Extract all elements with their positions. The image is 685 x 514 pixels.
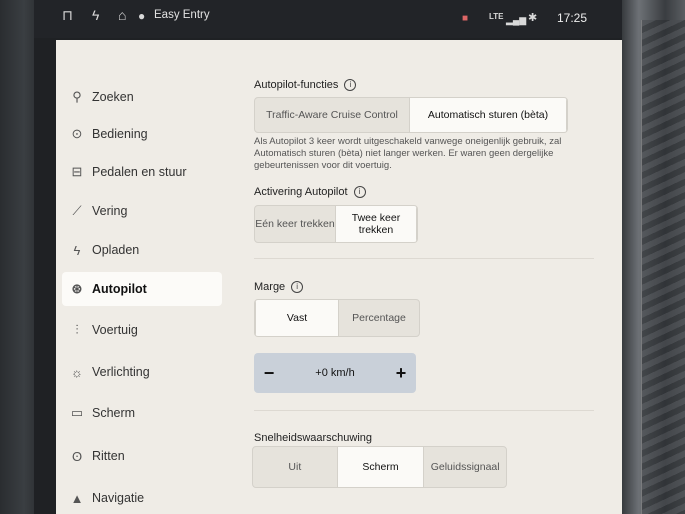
navigation-icon: ▲	[70, 490, 84, 506]
sidebar-item-label: Autopilot	[92, 282, 147, 296]
activation-heading: Activering Autopilot i	[254, 186, 366, 199]
clock: 17:25	[557, 11, 588, 25]
activation-option[interactable]: Twee keer trekken	[335, 206, 417, 242]
steering-wheel-icon: ⊛	[71, 281, 83, 296]
divider	[254, 258, 594, 259]
margin-toggle: Vast Percentage	[254, 299, 420, 337]
speed-warning-heading: Snelheidswaarschuwing	[254, 432, 372, 444]
speed-warning-option[interactable]: Uit	[253, 447, 337, 487]
sidebar-item-label: Voertuig	[92, 323, 138, 337]
sidebar-item-autopilot[interactable]: ⊛ Autopilot	[62, 272, 222, 306]
margin-stepper: − +0 km/h +	[254, 353, 416, 393]
screen-icon: ▭	[70, 405, 84, 420]
divider	[254, 410, 594, 411]
sidebar-item-navigatie[interactable]: ▲ Navigatie	[62, 481, 222, 514]
sidebar-item-label: Vering	[92, 204, 128, 218]
sidebar-item-label: Verlichting	[92, 365, 150, 379]
margin-heading: Marge i	[254, 281, 304, 294]
profile-icon[interactable]: ●	[138, 9, 145, 23]
right-bezel	[619, 0, 685, 514]
margin-option[interactable]: Percentage	[339, 300, 419, 336]
features-heading: Autopilot-functies i	[254, 79, 357, 92]
autopilot-settings: Autopilot-functies i Traffic-Aware Cruise…	[252, 40, 622, 514]
sidebar-item-pedalen-en-stuur[interactable]: ⊟ Pedalen en stuur	[62, 155, 222, 189]
activation-option[interactable]: Eén keer trekken	[255, 206, 335, 242]
sidebar-item-ritten[interactable]: ʘ Ritten	[62, 439, 222, 473]
sidebar-item-label: Opladen	[92, 243, 140, 257]
sidebar-item-scherm[interactable]: ▭ Scherm	[62, 396, 222, 430]
network-label: LTE	[489, 12, 504, 21]
lock-icon[interactable]: ⊓	[62, 8, 73, 22]
sidebar-item-opladen[interactable]: ϟ Opladen	[62, 233, 222, 267]
sidebar-item-label: Zoeken	[92, 90, 134, 104]
bolt-icon[interactable]: ϟ	[92, 8, 99, 22]
speed-warning-toggle: Uit Scherm Geluidssignaal	[252, 446, 507, 488]
bolt-icon: ϟ	[73, 242, 81, 258]
settings-sidebar: ⚲ Zoeken ⊙ Bediening ⊟ Pedalen en stuur ⟋ Verin…	[56, 40, 266, 514]
activation-toggle: Eén keer trekken Twee keer trekken	[254, 205, 418, 243]
sidebar-item-label: Bediening	[92, 127, 148, 141]
sidebar-item-label: Navigatie	[92, 491, 145, 505]
status-bar: ⊓ ϟ ⌂ ● Easy Entry ■ LTE ▂▄▆ ✱ 17:25	[34, 0, 622, 38]
features-option[interactable]: Automatisch sturen (bèta)	[409, 98, 567, 132]
sidebar-item-verlichting[interactable]: ☼ Verlichting	[62, 355, 222, 389]
signal-icon: ▂▄▆	[506, 15, 527, 25]
features-label: Autopilot-functies	[254, 79, 339, 91]
features-description: Als Autopilot 3 keer wordt uitgeschakeld…	[254, 136, 562, 171]
info-icon[interactable]: i	[344, 79, 357, 92]
trips-icon: ʘ	[71, 448, 83, 464]
speed-warning-label: Snelheidswaarschuwing	[254, 432, 373, 444]
sidebar-item-label: Scherm	[92, 406, 136, 420]
speed-warning-option[interactable]: Geluidssignaal	[424, 447, 506, 487]
margin-label: Marge	[254, 281, 286, 293]
activation-label: Activering Autopilot	[254, 186, 348, 198]
sidebar-item-zoeken[interactable]: ⚲ Zoeken	[62, 80, 222, 114]
sidebar-item-label: Pedalen en stuur	[92, 165, 187, 179]
info-icon[interactable]: i	[291, 281, 304, 294]
info-icon[interactable]: i	[353, 186, 366, 199]
touchscreen: ⊓ ϟ ⌂ ● Easy Entry ■ LTE ▂▄▆ ✱ 17:25 ⚲ Zo…	[34, 0, 622, 514]
light-icon: ☼	[71, 364, 83, 380]
settings-panel: ⚲ Zoeken ⊙ Bediening ⊟ Pedalen en stuur ⟋ Verin…	[56, 40, 622, 514]
features-option[interactable]: Traffic-Aware Cruise Control	[255, 98, 409, 132]
speed-warning-option[interactable]: Scherm	[336, 447, 425, 487]
toggle-icon: ⊙	[71, 126, 83, 141]
vent-grill	[641, 20, 685, 514]
sidebar-item-voertuig[interactable]: ⫶ Voertuig	[62, 313, 222, 347]
sidebar-item-bediening[interactable]: ⊙ Bediening	[62, 117, 222, 151]
home-icon[interactable]: ⌂	[118, 8, 126, 22]
dashcam-icon: ■	[462, 13, 469, 24]
bluetooth-icon[interactable]: ✱	[528, 11, 537, 25]
sidebar-item-label: Ritten	[92, 449, 125, 463]
driver-profile[interactable]: Easy Entry	[154, 9, 210, 21]
car-icon: ⊟	[71, 164, 83, 179]
search-icon: ⚲	[72, 89, 82, 104]
sliders-icon: ⫶	[75, 322, 79, 337]
features-toggle: Traffic-Aware Cruise Control Automatisch …	[254, 97, 568, 133]
decrease-button[interactable]: −	[254, 363, 284, 384]
increase-button[interactable]: +	[386, 363, 416, 384]
margin-value: +0 km/h	[315, 367, 355, 379]
margin-option[interactable]: Vast	[255, 300, 339, 336]
wrench-icon: ⟋	[72, 203, 82, 218]
sidebar-item-vering[interactable]: ⟋ Vering	[62, 194, 222, 228]
